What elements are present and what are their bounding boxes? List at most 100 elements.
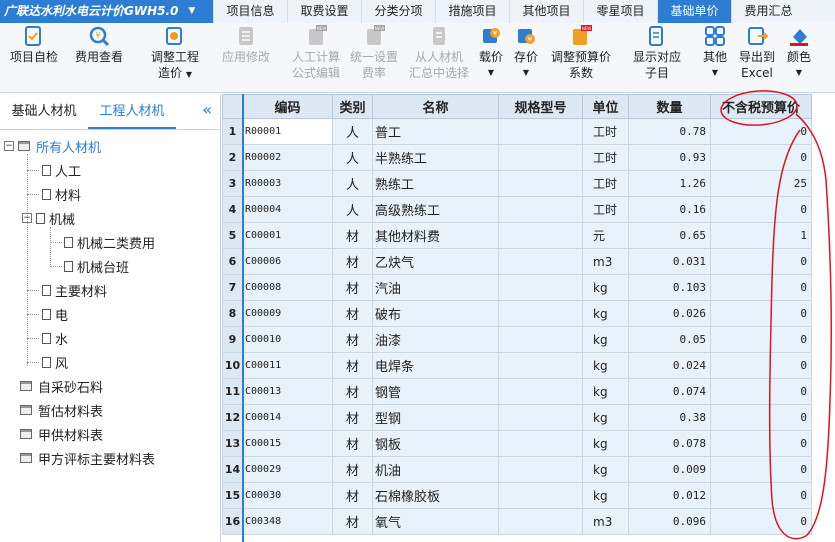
column-header-category[interactable]: 类别 (332, 94, 373, 119)
table-row[interactable]: 7 C00008 材汽油 kg 0.103 0 (222, 274, 812, 301)
tree-node-electricity[interactable]: 电 (42, 303, 68, 325)
cell-price[interactable]: 0 (710, 118, 812, 145)
app-title[interactable]: 广联达水利水电云计价GWH5.0 ▼ (0, 0, 213, 23)
cell-category[interactable]: 人 (332, 170, 373, 197)
apply-changes-button[interactable]: 应用修改 (218, 25, 274, 65)
tab-base-materials[interactable]: 基础人材机 (0, 94, 88, 129)
caret-down-icon[interactable]: ▼ (783, 65, 815, 81)
cell-price[interactable]: 0 (710, 144, 812, 171)
tab-cost-summary[interactable]: 费用汇总 (731, 0, 805, 23)
cell-unit[interactable]: kg (582, 482, 629, 509)
cell-price[interactable]: 0 (710, 248, 812, 275)
tab-items[interactable]: 分类分项 (361, 0, 435, 23)
cell-name[interactable]: 氧气 (372, 508, 499, 535)
tab-project-info[interactable]: 项目信息 (213, 0, 287, 23)
cell-quantity[interactable]: 0.074 (628, 378, 711, 405)
cell-quantity[interactable]: 0.031 (628, 248, 711, 275)
tree-node-owner-bid-materials[interactable]: 甲方评标主要材料表 (20, 447, 155, 469)
tree-node-self-sand[interactable]: 自采砂石料 (20, 375, 103, 397)
cell-category[interactable]: 材 (332, 482, 373, 509)
cell-name[interactable]: 乙炔气 (372, 248, 499, 275)
cell-unit[interactable]: kg (582, 404, 629, 431)
cell-name[interactable]: 熟练工 (372, 170, 499, 197)
cell-spec[interactable] (498, 482, 583, 509)
cell-name[interactable]: 钢管 (372, 378, 499, 405)
column-header-code[interactable]: 编码 (242, 94, 333, 119)
row-number[interactable]: 11 (222, 378, 243, 405)
cell-name[interactable]: 高级熟练工 (372, 196, 499, 223)
row-number[interactable]: 3 (222, 170, 243, 197)
row-number[interactable]: 5 (222, 222, 243, 249)
cell-price[interactable]: 25 (710, 170, 812, 197)
caret-down-icon[interactable]: ▼ (186, 70, 192, 79)
cell-name[interactable]: 电焊条 (372, 352, 499, 379)
row-number[interactable]: 6 (222, 248, 243, 275)
cell-name[interactable]: 石棉橡胶板 (372, 482, 499, 509)
row-number[interactable]: 9 (222, 326, 243, 353)
cell-spec[interactable] (498, 248, 583, 275)
column-header-spec[interactable]: 规格型号 (498, 94, 583, 119)
row-number[interactable]: 14 (222, 456, 243, 483)
cell-name[interactable]: 普工 (372, 118, 499, 145)
cell-code[interactable]: C00015 (242, 430, 333, 457)
cell-code[interactable]: C00006 (242, 248, 333, 275)
cell-category[interactable]: 材 (332, 456, 373, 483)
column-header-name[interactable]: 名称 (372, 94, 499, 119)
save-price-button[interactable]: ¥ 存价 ▼ (511, 25, 541, 81)
cell-spec[interactable] (498, 196, 583, 223)
cell-category[interactable]: 材 (332, 378, 373, 405)
tree-node-wind[interactable]: 风 (42, 351, 68, 373)
cell-code[interactable]: C00008 (242, 274, 333, 301)
table-row[interactable]: 8 C00009 材破布 kg 0.026 0 (222, 300, 812, 327)
tab-project-materials[interactable]: 工程人材机 (88, 94, 176, 129)
cell-code[interactable]: C00014 (242, 404, 333, 431)
row-number[interactable]: 16 (222, 508, 243, 535)
cell-code[interactable]: R00003 (242, 170, 333, 197)
cell-price[interactable]: 1 (710, 222, 812, 249)
cell-name[interactable]: 油漆 (372, 326, 499, 353)
cell-unit[interactable]: kg (582, 326, 629, 353)
cell-quantity[interactable]: 0.05 (628, 326, 711, 353)
table-row[interactable]: 3 R00003 人熟练工 工时 1.26 25 (222, 170, 812, 197)
cell-price[interactable]: 0 (710, 196, 812, 223)
table-row[interactable]: 11 C00013 材钢管 kg 0.074 0 (222, 378, 812, 405)
tree-node-owner-supplied[interactable]: 甲供材料表 (20, 423, 103, 445)
load-price-button[interactable]: ¥ 载价 ▼ (476, 25, 506, 81)
labor-formula-button[interactable]: NEW 人工计算 公式编辑 (288, 25, 344, 81)
cell-code[interactable]: C00010 (242, 326, 333, 353)
cell-code[interactable]: R00002 (242, 144, 333, 171)
cell-price[interactable]: 0 (710, 326, 812, 353)
cell-spec[interactable] (498, 274, 583, 301)
cell-spec[interactable] (498, 144, 583, 171)
cell-quantity[interactable]: 0.16 (628, 196, 711, 223)
adjust-budget-coef-button[interactable]: NEW 调整预算价 系数 (548, 25, 614, 81)
row-number[interactable]: 15 (222, 482, 243, 509)
row-number[interactable]: 12 (222, 404, 243, 431)
tab-base-price[interactable]: 基础单价 (657, 0, 731, 23)
cell-spec[interactable] (498, 222, 583, 249)
cell-quantity[interactable]: 0.65 (628, 222, 711, 249)
table-row[interactable]: 10 C00011 材电焊条 kg 0.024 0 (222, 352, 812, 379)
cell-name[interactable]: 汽油 (372, 274, 499, 301)
cell-price[interactable]: 0 (710, 508, 812, 535)
table-row[interactable]: 2 R00002 人半熟练工 工时 0.93 0 (222, 144, 812, 171)
row-number[interactable]: 10 (222, 352, 243, 379)
cell-unit[interactable]: 工时 (582, 118, 629, 145)
cell-spec[interactable] (498, 118, 583, 145)
cell-unit[interactable]: kg (582, 300, 629, 327)
cell-name[interactable]: 其他材料费 (372, 222, 499, 249)
tree-node-estimated-materials[interactable]: 暂估材料表 (20, 399, 103, 421)
tree-node-material[interactable]: 材料 (42, 183, 81, 205)
table-row[interactable]: 15 C00030 材石棉橡胶板 kg 0.012 0 (222, 482, 812, 509)
show-sub-items-button[interactable]: 显示对应 子目 (628, 25, 686, 81)
other-button[interactable]: 其他 ▼ (699, 25, 731, 81)
cell-code[interactable]: C00029 (242, 456, 333, 483)
cell-code[interactable]: C00013 (242, 378, 333, 405)
caret-down-icon[interactable]: ▼ (699, 65, 731, 81)
table-row[interactable]: 14 C00029 材机油 kg 0.009 0 (222, 456, 812, 483)
cell-category[interactable]: 材 (332, 326, 373, 353)
tree-node-labor[interactable]: 人工 (42, 159, 81, 181)
cell-name[interactable]: 破布 (372, 300, 499, 327)
cell-unit[interactable]: 工时 (582, 170, 629, 197)
tree-node-water[interactable]: 水 (42, 327, 68, 349)
